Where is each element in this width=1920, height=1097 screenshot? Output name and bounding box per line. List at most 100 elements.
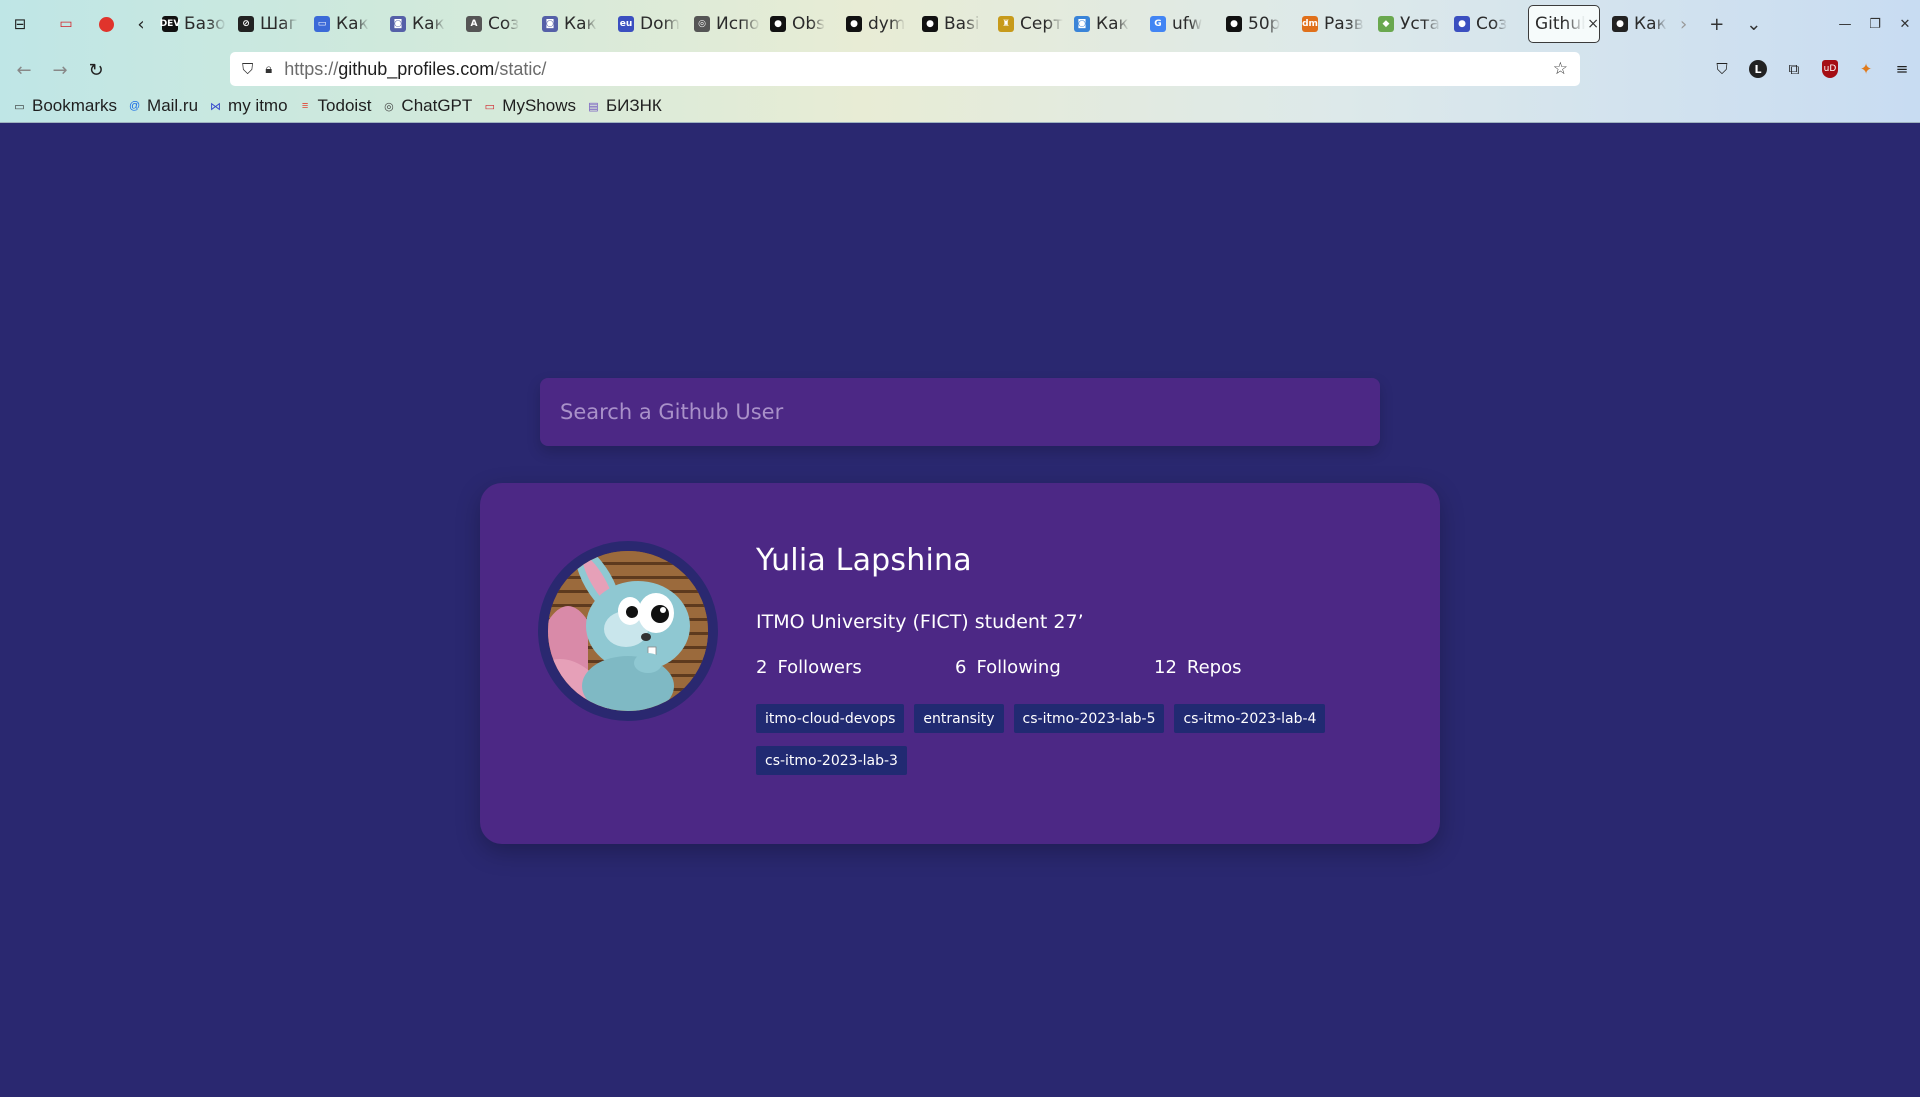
repos-count: 12 xyxy=(1154,657,1177,678)
restore-icon[interactable]: ❐ xyxy=(1860,0,1890,48)
lock-icon[interactable]: 🔒︎ xyxy=(265,62,272,77)
browser-tab[interactable]: DEV Базо xyxy=(156,4,232,44)
todoist-icon: ≡ xyxy=(301,100,309,112)
browser-tab[interactable]: ♜ Серт xyxy=(992,4,1068,44)
tab-favicon-icon: eu xyxy=(618,16,634,32)
forward-icon[interactable]: → xyxy=(48,58,72,82)
reload-icon[interactable]: ↻ xyxy=(84,58,108,82)
active-tab[interactable]: Github× xyxy=(1528,5,1600,43)
browser-tab[interactable]: A Соз xyxy=(460,4,536,44)
tab-title: Как xyxy=(564,14,597,34)
tab-list-icon[interactable]: ⊟ xyxy=(8,12,32,36)
bookmark-item[interactable]: ≡ Todoist xyxy=(298,96,372,116)
tab-title: Basi xyxy=(944,14,980,34)
browser-tab[interactable]: ● Как xyxy=(1606,4,1682,44)
repo-tag[interactable]: entransity xyxy=(914,704,1004,733)
tab-favicon-icon: ● xyxy=(1226,16,1242,32)
red-circle-icon xyxy=(98,16,114,32)
bookmark-item[interactable]: ▭ Bookmarks xyxy=(12,96,117,116)
bookmarks-bar: ▭ Bookmarks @ Mail.ru ⋈ my itmo ≡ Todoist ◎ ChatG… xyxy=(0,90,1920,122)
bookmark-item[interactable]: ◎ ChatGPT xyxy=(381,96,472,116)
bookmark-item[interactable]: ▤ БИЗНК xyxy=(586,96,662,116)
browser-tab[interactable]: ● 50p xyxy=(1220,4,1296,44)
bookmark-label: Mail.ru xyxy=(147,96,199,115)
pinned-tab-red[interactable] xyxy=(86,4,126,44)
url-protocol: https:// xyxy=(284,58,339,79)
tab-title: Github xyxy=(1535,14,1585,34)
tab-title: dym xyxy=(868,14,906,34)
browser-tab[interactable]: ⊘ Шаг xyxy=(232,4,308,44)
tab-title: Базо xyxy=(184,14,226,34)
profile-bio: ITMO University (FICT) student 27’ xyxy=(756,611,1084,633)
address-bar[interactable]: ⛉ 🔒︎ https://github_profiles.com/static/… xyxy=(230,52,1580,86)
extension-fox-icon[interactable]: ✦ xyxy=(1848,60,1884,78)
bookmark-label: ChatGPT xyxy=(401,96,473,115)
browser-tab[interactable]: ◙ Как xyxy=(1068,4,1144,44)
tab-title: Шаг xyxy=(260,14,298,34)
tab-title: Как xyxy=(1634,14,1667,34)
browser-tab[interactable]: ● Obs xyxy=(764,4,840,44)
browser-tab[interactable]: dm Разв xyxy=(1296,4,1372,44)
tab-close-icon[interactable]: × xyxy=(1587,16,1599,32)
url-text[interactable]: https://github_profiles.com/static/ xyxy=(284,59,546,80)
tab-title: Соз xyxy=(488,14,520,34)
tab-title: Как xyxy=(336,14,369,34)
tab-favicon-icon: ◙ xyxy=(1074,16,1090,32)
extension-l-icon[interactable]: L xyxy=(1749,60,1767,78)
browser-tab[interactable]: eu Dom xyxy=(612,4,688,44)
tab-favicon-icon: G xyxy=(1150,16,1166,32)
tab-scroll-left-icon[interactable]: ‹ xyxy=(126,4,156,44)
tab-favicon-icon: A xyxy=(466,16,482,32)
myshows-icon: ▭ xyxy=(484,100,495,113)
tab-title: ufw xyxy=(1172,14,1203,34)
bookmark-item[interactable]: ⋈ my itmo xyxy=(208,96,288,116)
minimize-icon[interactable]: — xyxy=(1830,0,1860,48)
shield-icon[interactable]: ⛉ xyxy=(242,60,253,78)
repo-tag[interactable]: cs-itmo-2023-lab-4 xyxy=(1174,704,1326,733)
repos-label: Repos xyxy=(1186,657,1242,678)
tab-favicon-icon: ◙ xyxy=(390,16,406,32)
chatgpt-icon: ◎ xyxy=(384,100,394,113)
ublock-icon[interactable]: uD xyxy=(1822,60,1838,78)
browser-tab[interactable]: ▭ Как xyxy=(308,4,384,44)
avatar-bunny-image xyxy=(548,551,708,711)
tab-scroll-right-icon[interactable]: › xyxy=(1680,14,1687,35)
bookmark-label: БИЗНК xyxy=(605,96,662,115)
search-bar xyxy=(540,378,1380,446)
menu-icon[interactable]: ≡ xyxy=(1884,60,1920,78)
stat-repos: 12 Repos xyxy=(1154,657,1353,678)
tab-title: Серт xyxy=(1020,14,1064,34)
bookmark-label: Todoist xyxy=(317,96,372,115)
repo-tag[interactable]: cs-itmo-2023-lab-5 xyxy=(1013,704,1165,733)
itmo-icon: ⋈ xyxy=(210,100,222,113)
followers-label: Followers xyxy=(777,657,862,678)
tab-favicon-icon: ◙ xyxy=(542,16,558,32)
browser-tab[interactable]: ◙ Как xyxy=(536,4,612,44)
extensions-icon[interactable]: ⧉ xyxy=(1776,60,1812,78)
pocket-icon[interactable]: ⛉ xyxy=(1704,60,1740,78)
back-icon[interactable]: ← xyxy=(12,58,36,82)
browser-tab[interactable]: ◎ Испо xyxy=(688,4,764,44)
new-tab-icon[interactable]: + xyxy=(1709,14,1724,35)
browser-tab[interactable]: ◙ Как xyxy=(384,4,460,44)
pinned-tab-myshows[interactable]: ▭ xyxy=(46,4,86,44)
browser-tab[interactable]: ● Соз xyxy=(1448,4,1524,44)
browser-tab[interactable]: ◆ Уста xyxy=(1372,4,1448,44)
bookmark-star-icon[interactable]: ☆ xyxy=(1553,59,1568,79)
tab-overflow-icon[interactable]: ⌄ xyxy=(1746,14,1761,35)
bookmark-item[interactable]: ▭ MyShows xyxy=(482,96,576,116)
tab-title: Как xyxy=(1096,14,1129,34)
close-window-icon[interactable]: ✕ xyxy=(1890,0,1920,48)
stat-followers: 2 Followers xyxy=(756,657,955,678)
tab-title: Испо xyxy=(716,14,760,34)
repo-tag[interactable]: cs-itmo-2023-lab-3 xyxy=(756,746,907,775)
search-input[interactable] xyxy=(560,400,1360,424)
tab-favicon-icon: ♜ xyxy=(998,16,1014,32)
following-count: 6 xyxy=(955,657,967,678)
browser-chrome: ⊟ ▭ ‹ DEV Базо ⊘ Шаг ▭ Как ◙ Как A Соз ◙ Как eu Dom ◎ И… xyxy=(0,0,1920,123)
browser-tab[interactable]: ● Basi xyxy=(916,4,992,44)
bookmark-item[interactable]: @ Mail.ru xyxy=(127,96,198,116)
browser-tab[interactable]: ● dym xyxy=(840,4,916,44)
repo-tag[interactable]: itmo-cloud-devops xyxy=(756,704,905,733)
browser-tab[interactable]: Gufw xyxy=(1144,4,1220,44)
